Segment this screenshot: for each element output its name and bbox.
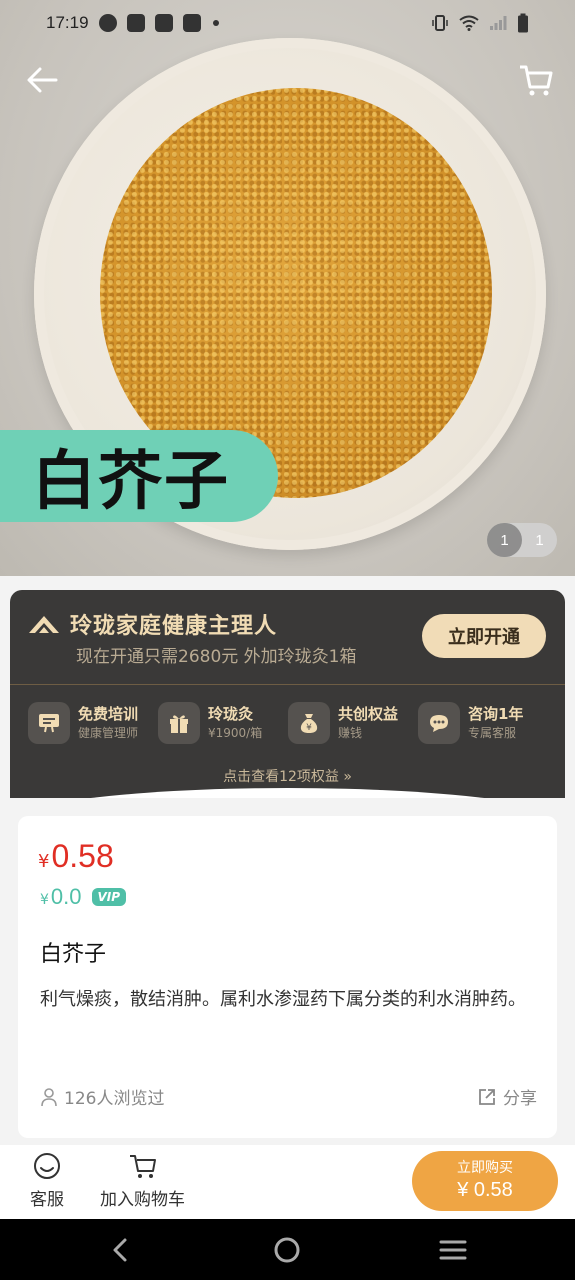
benefit-item[interactable]: 免费培训 健康管理师 bbox=[28, 702, 158, 744]
status-time: 17:19 bbox=[46, 13, 89, 32]
share-label: 分享 bbox=[503, 1089, 537, 1109]
buy-now-label: 立即购买 bbox=[457, 1160, 513, 1176]
add-to-cart-button[interactable]: 加入购物车 bbox=[100, 1151, 185, 1210]
product-name: 白芥子 bbox=[40, 942, 107, 967]
image-pager: 1 1 bbox=[487, 523, 557, 557]
vip-badge: VIP bbox=[91, 888, 127, 906]
customer-service-button[interactable]: 客服 bbox=[30, 1151, 64, 1210]
product-price: ¥ 0.58 bbox=[38, 838, 114, 875]
product-info-card: ¥ 0.58 ¥ 0.0 VIP 白芥子 利气燥痰，散结消肿。属利水渗湿药下属分… bbox=[18, 816, 557, 1138]
back-arrow-icon[interactable] bbox=[22, 60, 62, 100]
pager-total: 1 bbox=[535, 531, 544, 549]
shopping-bag-icon bbox=[154, 14, 173, 32]
benefit-title: 免费培训 bbox=[78, 705, 139, 723]
nav-home-icon[interactable] bbox=[270, 1233, 304, 1267]
membership-title: 玲珑家庭健康主理人 bbox=[70, 614, 278, 639]
benefit-sub: 健康管理师 bbox=[78, 726, 139, 740]
membership-subtitle: 现在开通只需2680元 外加玲珑灸1箱 bbox=[76, 647, 357, 667]
chat-icon bbox=[418, 702, 460, 744]
membership-banner[interactable]: 玲珑家庭健康主理人 现在开通只需2680元 外加玲珑灸1箱 立即开通 免费培训 … bbox=[10, 590, 565, 798]
view-count: 126人浏览过 bbox=[40, 1084, 164, 1109]
smile-icon bbox=[34, 1153, 60, 1179]
more-notifications-icon bbox=[212, 20, 219, 26]
shopping-bag-icon bbox=[182, 14, 201, 32]
nav-back-icon[interactable] bbox=[104, 1233, 138, 1267]
person-icon bbox=[41, 1087, 57, 1106]
product-name-overlay: 白芥子 bbox=[32, 445, 230, 519]
benefit-title: 共创权益 bbox=[338, 705, 399, 723]
mountain-logo-icon bbox=[29, 616, 59, 633]
vibrate-icon bbox=[432, 15, 448, 31]
wifi-icon bbox=[459, 15, 479, 31]
benefit-title: 玲珑灸 bbox=[208, 705, 254, 723]
benefit-sub: 赚钱 bbox=[338, 726, 363, 740]
cart-icon bbox=[129, 1155, 156, 1178]
share-icon bbox=[479, 1088, 495, 1105]
nav-menu-icon[interactable] bbox=[436, 1233, 470, 1267]
view-benefits-link[interactable]: 点击查看12项权益 » bbox=[10, 766, 565, 786]
vip-price-value: 0.0 bbox=[50, 884, 82, 909]
benefit-item[interactable]: ¥ 共创权益 赚钱 bbox=[288, 702, 418, 744]
cart-icon[interactable] bbox=[516, 60, 556, 100]
screen-icon bbox=[28, 702, 70, 744]
status-bar: 17:19 bbox=[0, 0, 575, 46]
benefit-sub: 专属客服 bbox=[468, 726, 517, 740]
currency-symbol: ¥ bbox=[38, 851, 50, 872]
product-image-carousel[interactable]: 白芥子 1 1 bbox=[0, 0, 575, 576]
buy-now-button[interactable]: 立即购买 ¥ 0.58 bbox=[412, 1151, 558, 1211]
svg-text:¥: ¥ bbox=[306, 723, 312, 733]
benefit-item[interactable]: 玲珑灸 ¥1900/箱 bbox=[158, 702, 288, 744]
shopping-bag-icon bbox=[126, 14, 145, 32]
signal-icon bbox=[490, 16, 507, 30]
currency-symbol: ¥ bbox=[40, 892, 49, 908]
benefit-item[interactable]: 咨询1年 专属客服 bbox=[418, 702, 548, 744]
membership-header: 玲珑家庭健康主理人 bbox=[28, 608, 277, 640]
divider bbox=[10, 684, 565, 685]
battery-icon bbox=[518, 13, 528, 33]
customer-service-label: 客服 bbox=[30, 1190, 64, 1210]
benefits-list: 免费培训 健康管理师 玲珑灸 ¥1900/箱 ¥ 共创权益 赚钱 咨询1年 专属… bbox=[28, 702, 548, 744]
share-button[interactable]: 分享 bbox=[477, 1084, 537, 1109]
view-count-text: 126人浏览过 bbox=[64, 1089, 165, 1109]
product-name-banner: 白芥子 bbox=[0, 430, 278, 522]
product-description: 利气燥痰，散结消肿。属利水渗湿药下属分类的利水消肿药。 bbox=[40, 989, 526, 1010]
bottom-action-bar: 客服 加入购物车 立即购买 ¥ 0.58 bbox=[0, 1145, 575, 1219]
money-bag-icon: ¥ bbox=[288, 702, 330, 744]
gift-icon bbox=[158, 702, 200, 744]
vip-price: ¥ 0.0 VIP bbox=[40, 884, 127, 910]
buy-now-price: ¥ 0.58 bbox=[457, 1179, 513, 1201]
price-value: 0.58 bbox=[51, 838, 114, 874]
open-membership-button[interactable]: 立即开通 bbox=[422, 614, 546, 658]
add-to-cart-label: 加入购物车 bbox=[100, 1190, 185, 1210]
system-nav-bar bbox=[0, 1219, 575, 1280]
benefit-title: 咨询1年 bbox=[468, 705, 524, 723]
benefit-sub: ¥1900/箱 bbox=[208, 726, 263, 740]
notification-icon bbox=[98, 14, 117, 32]
pager-current: 1 bbox=[487, 523, 522, 557]
